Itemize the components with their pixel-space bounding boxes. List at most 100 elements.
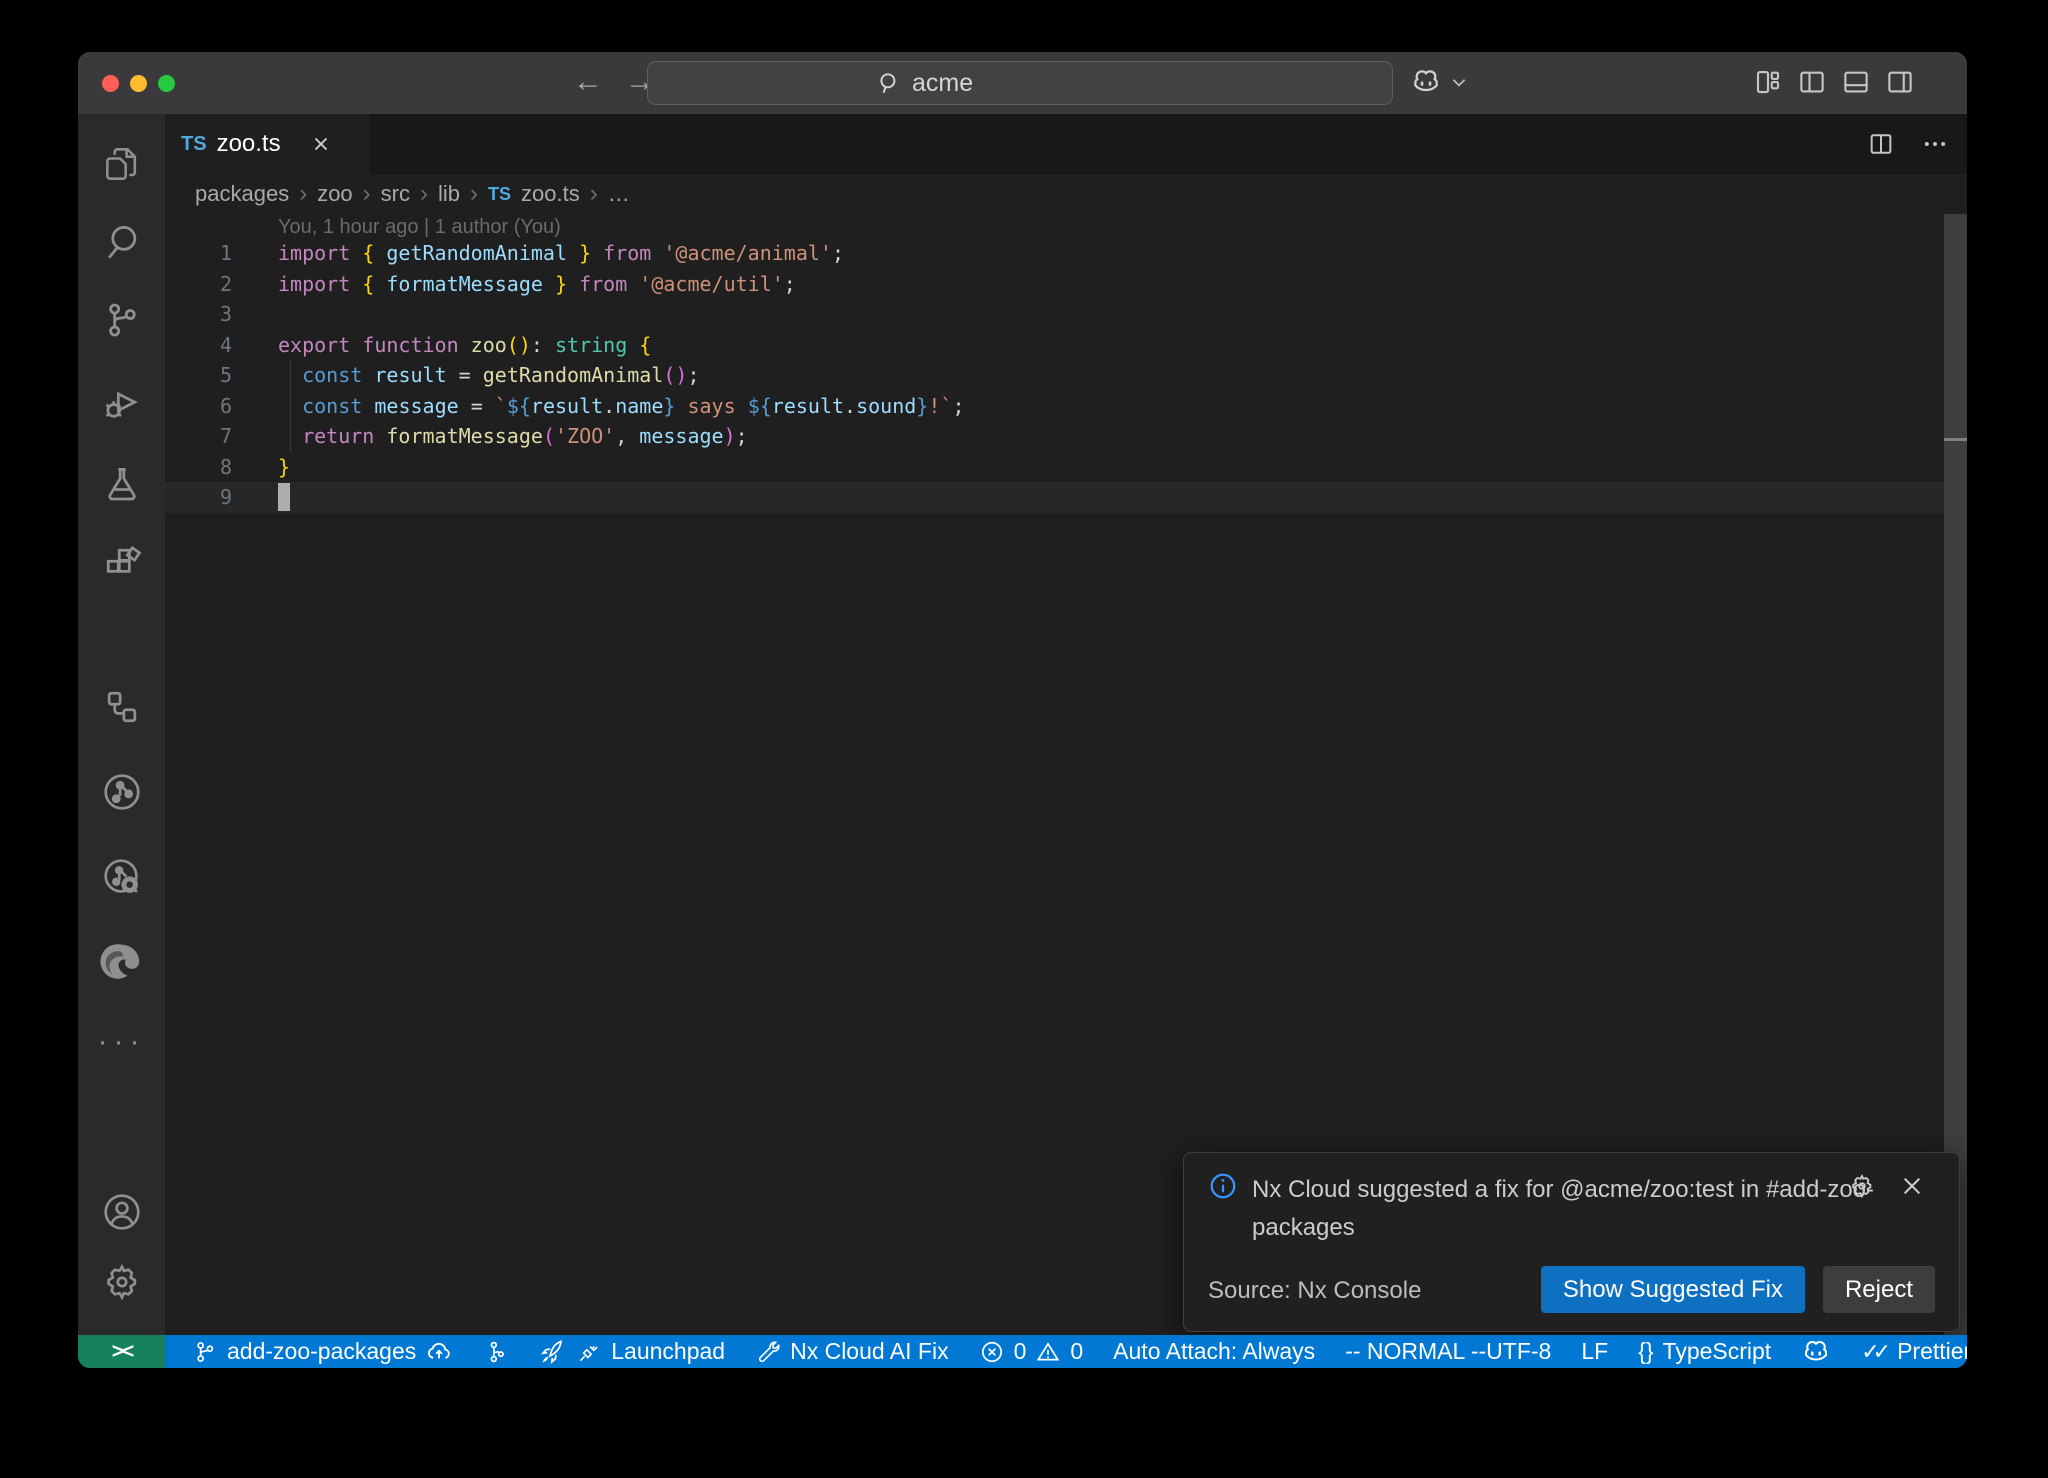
line-number: 4 xyxy=(165,330,232,361)
breadcrumb-separator: › xyxy=(420,180,428,208)
prettier-label: Prettier xyxy=(1897,1338,1967,1365)
copilot-icon xyxy=(1410,66,1442,98)
overview-ruler-cursor-mark xyxy=(1944,438,1967,441)
notification-close-icon[interactable] xyxy=(1899,1173,1925,1199)
code-text: return formatMessage('ZOO', message); xyxy=(278,421,748,452)
editor-more-actions-icon[interactable] xyxy=(1921,130,1949,158)
plug-icon xyxy=(576,1339,602,1365)
minimize-window-button[interactable] xyxy=(130,75,147,92)
explorer-icon[interactable] xyxy=(78,136,165,192)
copilot-status-item[interactable] xyxy=(1801,1337,1831,1367)
code-line[interactable]: 9 xyxy=(165,482,1967,513)
code-text: export function zoo(): string { xyxy=(278,330,651,361)
line-number: 5 xyxy=(165,360,232,391)
breadcrumb-more[interactable]: … xyxy=(608,181,630,207)
wrench-icon xyxy=(755,1339,781,1365)
split-editor-icon[interactable] xyxy=(1867,130,1895,158)
eol-item[interactable]: LF xyxy=(1581,1338,1608,1365)
breadcrumb-file[interactable]: zoo.ts xyxy=(521,181,580,207)
line-number: 8 xyxy=(165,452,232,483)
toggle-primary-sidebar-icon[interactable] xyxy=(1797,67,1827,97)
edge-browser-icon[interactable] xyxy=(78,934,165,990)
gitlens-blame-annotation: You, 1 hour ago | 1 author (You) xyxy=(278,216,561,239)
command-center-text: acme xyxy=(912,69,973,98)
typescript-file-icon: TS xyxy=(488,184,511,205)
toggle-panel-icon[interactable] xyxy=(1841,67,1871,97)
indent-guide xyxy=(290,360,291,452)
tab-label: zoo.ts xyxy=(217,130,281,158)
line-number: 2 xyxy=(165,269,232,300)
notification-message: Nx Cloud suggested a fix for @acme/zoo:t… xyxy=(1252,1171,1902,1247)
extensions-icon[interactable] xyxy=(78,536,165,592)
testing-icon[interactable] xyxy=(78,456,165,512)
reject-button[interactable]: Reject xyxy=(1823,1266,1935,1313)
typescript-file-icon: TS xyxy=(181,133,207,156)
error-circle-icon xyxy=(979,1339,1005,1365)
language-label: TypeScript xyxy=(1663,1338,1772,1365)
info-icon xyxy=(1208,1171,1238,1247)
command-center[interactable]: acme xyxy=(647,61,1393,105)
breadcrumb-separator: › xyxy=(363,180,371,208)
code-lines: 1 import { getRandomAnimal } from '@acme/… xyxy=(165,238,1967,513)
close-window-button[interactable] xyxy=(102,75,119,92)
vim-mode-item[interactable]: -- NORMAL -- xyxy=(1345,1338,1486,1365)
more-views-icon[interactable]: ··· xyxy=(78,1014,165,1070)
auto-attach-label: Auto Attach: Always xyxy=(1113,1338,1315,1365)
code-line[interactable]: 6 const message = `${result.name} says $… xyxy=(165,391,1967,422)
tab-close-icon[interactable] xyxy=(309,132,333,156)
source-control-icon[interactable] xyxy=(78,292,165,348)
remote-indicator[interactable]: >< xyxy=(78,1335,166,1368)
line-number: 1 xyxy=(165,238,232,269)
breadcrumb-item[interactable]: packages xyxy=(195,181,289,207)
nx-cloud-ai-fix-item[interactable]: Nx Cloud AI Fix xyxy=(755,1338,949,1365)
auto-attach-item[interactable]: Auto Attach: Always xyxy=(1113,1338,1315,1365)
breadcrumb-item[interactable]: src xyxy=(381,181,410,207)
breadcrumb-item[interactable]: lib xyxy=(438,181,460,207)
breadcrumb-item[interactable]: zoo xyxy=(317,181,352,207)
notification-settings-icon[interactable] xyxy=(1847,1171,1877,1201)
rocket-icon xyxy=(539,1338,567,1366)
nx-project-details-item[interactable] xyxy=(483,1339,509,1365)
navigate-back-button[interactable]: ← xyxy=(571,52,605,114)
code-line[interactable]: 1 import { getRandomAnimal } from '@acme/… xyxy=(165,238,1967,269)
search-icon xyxy=(876,70,902,96)
eol-label: LF xyxy=(1581,1338,1608,1365)
breadcrumb-separator: › xyxy=(299,180,307,208)
code-line[interactable]: 5 const result = getRandomAnimal(); xyxy=(165,360,1967,391)
git-branch-item[interactable]: add-zoo-packages xyxy=(192,1338,453,1366)
line-number: 6 xyxy=(165,391,232,422)
warnings-count: 0 xyxy=(1070,1338,1083,1365)
code-line[interactable]: 4 export function zoo(): string { xyxy=(165,330,1967,361)
problems-item[interactable]: 0 0 xyxy=(979,1338,1084,1365)
copilot-menu-button[interactable] xyxy=(1410,66,1468,98)
nx-console-icon[interactable] xyxy=(78,679,165,735)
double-check-icon: ✓✓ xyxy=(1861,1339,1884,1365)
customize-layout-icon[interactable] xyxy=(1753,67,1783,97)
chevron-down-icon xyxy=(1450,73,1468,91)
encoding-item[interactable]: UTF-8 xyxy=(1486,1338,1551,1365)
search-view-icon[interactable] xyxy=(78,214,165,270)
breadcrumb-separator: › xyxy=(470,180,478,208)
show-suggested-fix-button[interactable]: Show Suggested Fix xyxy=(1541,1266,1805,1313)
code-text: import { formatMessage } from '@acme/uti… xyxy=(278,269,796,300)
language-mode-item[interactable]: {} TypeScript xyxy=(1638,1338,1771,1365)
toggle-secondary-sidebar-icon[interactable] xyxy=(1885,67,1915,97)
nx-project-graph-icon[interactable] xyxy=(78,764,165,820)
tab-zoo-ts[interactable]: TS zoo.ts xyxy=(165,114,370,174)
copilot-icon xyxy=(1801,1337,1831,1367)
settings-gear-icon[interactable] xyxy=(78,1254,165,1310)
launchpad-item[interactable]: Launchpad xyxy=(539,1338,725,1366)
source-branch-icon xyxy=(192,1339,218,1365)
code-line[interactable]: 8} xyxy=(165,452,1967,483)
prettier-item[interactable]: ✓✓ Prettier xyxy=(1861,1338,1967,1365)
code-line[interactable]: 2 import { formatMessage } from '@acme/ut… xyxy=(165,269,1967,300)
run-debug-icon[interactable] xyxy=(78,376,165,432)
accounts-icon[interactable] xyxy=(78,1184,165,1240)
code-line[interactable]: 7 return formatMessage('ZOO', message); xyxy=(165,421,1967,452)
code-text: import { getRandomAnimal } from '@acme/a… xyxy=(278,238,844,269)
nx-graph-search-icon[interactable] xyxy=(78,849,165,905)
zoom-window-button[interactable] xyxy=(158,75,175,92)
code-line[interactable]: 3 xyxy=(165,299,1967,330)
editor-cursor xyxy=(278,483,290,511)
code-text: } xyxy=(278,452,290,483)
